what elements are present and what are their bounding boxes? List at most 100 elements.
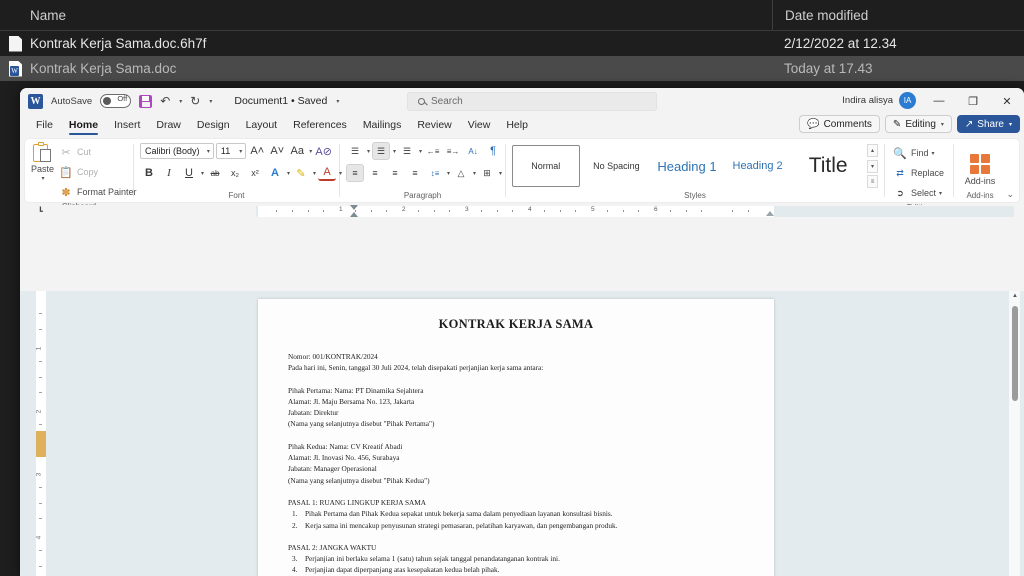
minimize-button[interactable]: — [922,88,956,114]
cut-button[interactable]: ✂ Cut [57,143,137,161]
highlight-icon[interactable]: ✎ [292,164,310,182]
autosave-toggle[interactable]: Off [100,94,132,108]
close-button[interactable]: ✕ [990,88,1024,114]
paste-caret-icon[interactable]: ▾ [42,175,45,182]
vertical-ruler[interactable]: 1 2 3 4 5 [35,291,46,576]
tab-home[interactable]: Home [61,117,106,135]
editing-button[interactable]: ✎ Editing ▾ [884,115,952,133]
tab-review[interactable]: Review [409,117,459,133]
column-header-date-modified[interactable]: Date modified [772,0,1024,30]
bullets-icon[interactable]: ☰ [346,142,364,160]
tab-layout[interactable]: Layout [238,117,286,133]
tab-stop-marker-icon[interactable]: ┗ [38,207,43,216]
right-indent-marker[interactable] [766,211,774,216]
justify-icon[interactable]: ≡ [406,164,424,182]
text-effects-caret-icon[interactable]: ▾ [287,170,290,177]
quick-access-more-icon[interactable]: ▾ [209,98,212,105]
format-painter-button[interactable]: ✽ Format Painter [57,183,136,201]
vertical-scrollbar[interactable]: ▲ [1009,291,1020,576]
numbering-icon[interactable]: ☰ [372,142,391,160]
highlight-caret-icon[interactable]: ▾ [313,170,316,177]
shading-caret-icon[interactable]: ▾ [473,170,476,177]
comments-button[interactable]: 💬 Comments [799,115,880,133]
bold-icon[interactable]: B [140,164,158,182]
collapse-ribbon-icon[interactable]: ⌄ [1006,189,1014,200]
show-formatting-marks-icon[interactable]: ¶ [484,142,502,160]
search-box[interactable]: Search [407,92,657,111]
file-row-2[interactable]: W Kontrak Kerja Sama.doc Today at 17.43 [0,56,1024,81]
change-case-icon[interactable]: Aa [288,142,306,160]
underline-icon[interactable]: U [180,164,198,182]
font-name-combo[interactable]: Calibri (Body) ▾ [140,143,214,159]
avatar[interactable]: IA [899,92,916,109]
redo-icon[interactable]: ↻ [190,94,200,108]
style-no-spacing[interactable]: No Spacing [582,145,651,187]
tab-file[interactable]: File [28,117,61,133]
subscript-icon[interactable]: x₂ [226,164,244,182]
document-name-caret-icon[interactable]: ▾ [336,98,339,105]
styles-scroll-down-icon[interactable]: ▾ [866,159,878,173]
multilevel-list-icon[interactable]: ☰ [398,142,416,160]
find-button[interactable]: 🔍 Find ▾ [891,144,944,162]
style-heading-2[interactable]: Heading 2 [723,145,792,187]
column-header-name[interactable]: Name [0,8,772,23]
line-spacing-icon[interactable]: ↕≡ [426,164,444,182]
copy-button[interactable]: 📋 Copy [57,163,137,181]
style-heading-1[interactable]: Heading 1 [653,145,721,187]
grow-font-icon[interactable]: A˄ [248,142,266,160]
multilevel-caret-icon[interactable]: ▾ [419,148,422,155]
horizontal-ruler[interactable]: ┗ 1 2 3 4 5 6 [20,205,1024,218]
shrink-font-icon[interactable]: A˅ [268,142,286,160]
account-area[interactable]: Indira alisya IA [842,92,916,109]
increase-indent-icon[interactable]: ≡→ [444,142,462,160]
styles-more-icon[interactable]: ≡ [866,175,878,188]
replace-button[interactable]: ⇄ Replace [891,164,944,182]
style-normal[interactable]: Normal [512,145,580,187]
undo-icon[interactable]: ↶ [160,94,170,108]
tab-help[interactable]: Help [498,117,536,133]
document-name[interactable]: Document1 • Saved [234,95,327,107]
save-icon[interactable] [139,94,153,108]
font-size-combo[interactable]: 11 ▾ [215,143,247,159]
paste-button[interactable]: Paste ▾ [31,142,54,182]
strikethrough-icon[interactable]: ab [206,164,224,182]
vertical-margin-marker[interactable] [36,431,46,457]
styles-scroll-up-icon[interactable]: ▴ [866,144,878,157]
share-button[interactable]: ↗ Share ▾ [956,115,1020,133]
tab-mailings[interactable]: Mailings [355,117,410,133]
first-line-indent-marker[interactable] [350,205,358,210]
font-color-icon[interactable]: A [318,166,337,181]
scrollbar-thumb[interactable] [1011,306,1018,401]
select-button[interactable]: ➲ Select ▾ [891,184,944,202]
tab-draw[interactable]: Draw [148,117,189,133]
undo-caret-icon[interactable]: ▾ [179,98,182,105]
file-row-1[interactable]: Kontrak Kerja Sama.doc.6h7f 2/12/2022 at… [0,31,1024,56]
clear-formatting-icon[interactable]: A⊘ [314,142,333,160]
line-spacing-caret-icon[interactable]: ▾ [447,170,450,177]
sort-icon[interactable]: A↓ [464,142,482,160]
style-title[interactable]: Title [794,145,862,187]
text-effects-icon[interactable]: A [266,164,284,182]
shading-icon[interactable]: △ [452,164,470,182]
decrease-indent-icon[interactable]: ←≡ [424,142,442,160]
scroll-up-icon[interactable]: ▲ [1012,293,1018,299]
restore-button[interactable]: ❐ [956,88,990,114]
change-case-caret-icon[interactable]: ▾ [309,148,312,155]
underline-caret-icon[interactable]: ▾ [201,170,204,177]
tab-insert[interactable]: Insert [106,117,148,133]
align-center-icon[interactable]: ≡ [366,164,384,182]
align-left-icon[interactable]: ≡ [346,164,364,182]
borders-icon[interactable]: ⊞ [478,164,496,182]
superscript-icon[interactable]: x² [246,164,264,182]
document-page[interactable]: KONTRAK KERJA SAMA Nomor: 001/KONTRAK/20… [258,299,774,576]
borders-caret-icon[interactable]: ▾ [499,170,502,177]
bullets-caret-icon[interactable]: ▾ [367,148,370,155]
align-right-icon[interactable]: ≡ [386,164,404,182]
addins-icon[interactable] [969,154,990,174]
numbering-caret-icon[interactable]: ▾ [393,148,396,155]
italic-icon[interactable]: I [160,164,178,182]
document-body[interactable]: KONTRAK KERJA SAMA Nomor: 001/KONTRAK/20… [258,299,774,576]
tab-view[interactable]: View [460,117,499,133]
hanging-indent-marker[interactable] [350,212,358,217]
tab-design[interactable]: Design [189,117,238,133]
